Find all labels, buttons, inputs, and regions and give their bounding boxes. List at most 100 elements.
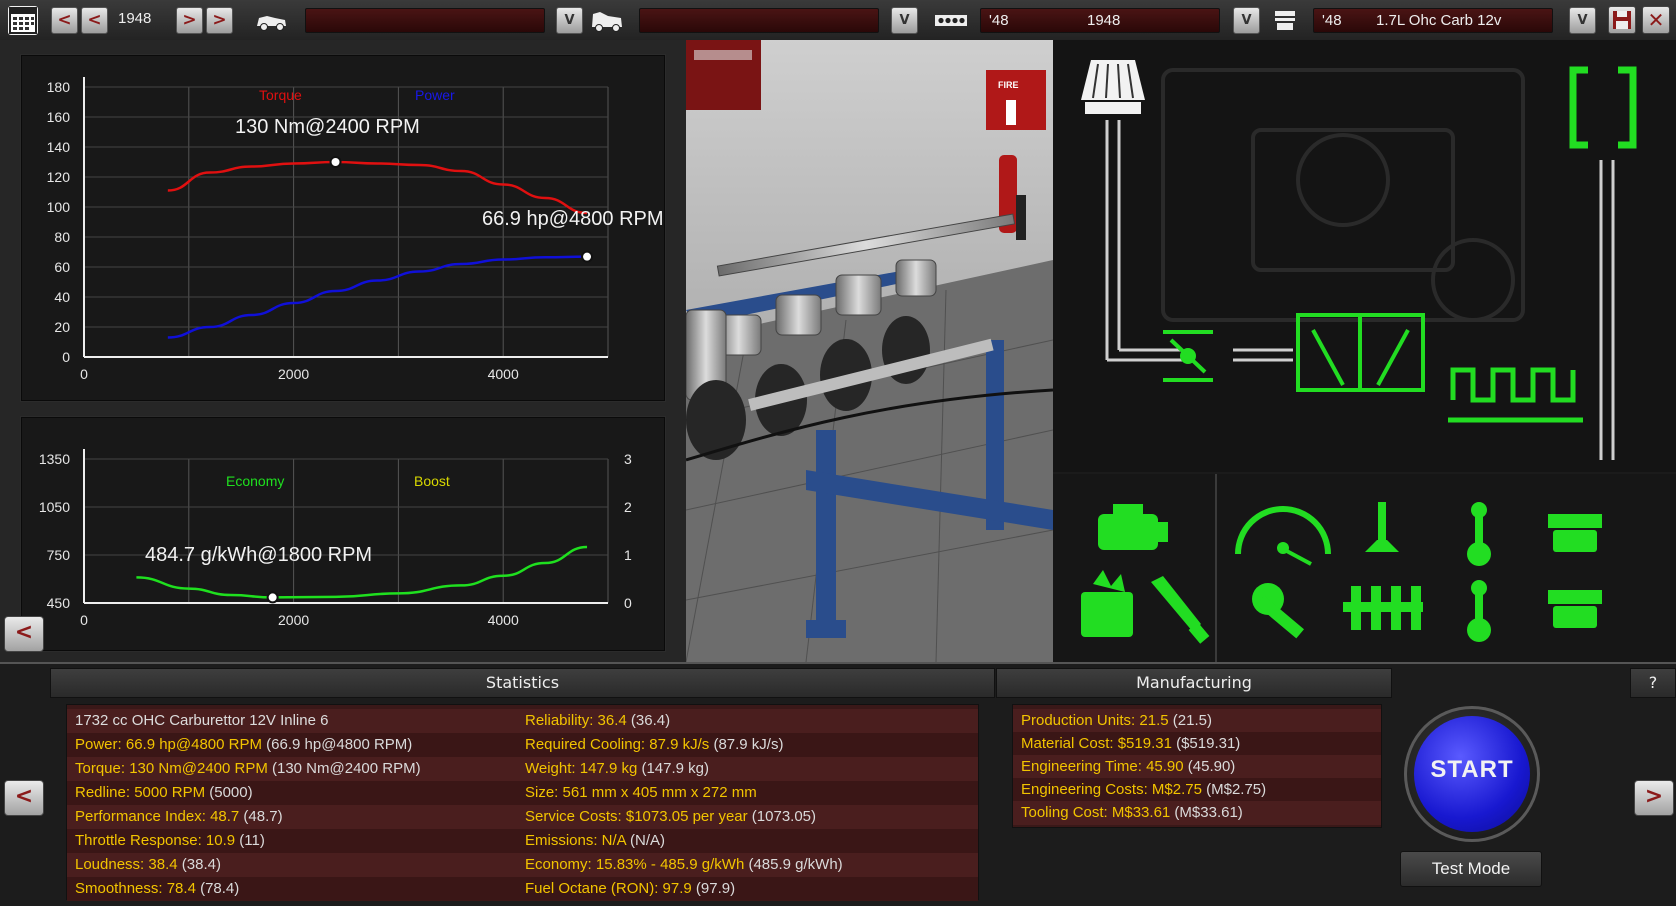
- year-value: 1948: [118, 10, 152, 27]
- stat-entry: Engineering Costs: M$2.75 (M$2.75): [1021, 778, 1266, 802]
- economy-graph-x-ticks: 0 2000 4000: [80, 612, 519, 628]
- stat-row: 1732 cc OHC Carburettor 12V Inline 6 Reli…: [67, 709, 978, 733]
- stat-row: Redline: 5000 RPM (5000) Size: 561 mm x 4…: [67, 781, 978, 805]
- variant-name: 1.7L Ohc Carb 12v: [1376, 12, 1502, 29]
- economy-graph-y-right-tick-label: 3: [624, 451, 632, 467]
- start-button[interactable]: START: [1404, 706, 1540, 842]
- stat-original-value: (97.9): [691, 880, 736, 897]
- stat-entry: Required Cooling: 87.9 kJ/s (87.9 kJ/s): [525, 733, 783, 757]
- power-graph-y-tick-label: 40: [54, 289, 70, 305]
- stat-value: Redline: 5000 RPM: [75, 784, 206, 801]
- exhaust-headers-icon: [1448, 367, 1583, 423]
- stat-original-value: (147.9 kg): [637, 760, 710, 777]
- save-icon[interactable]: [1608, 6, 1636, 34]
- stat-value: Smoothness: 78.4: [75, 880, 196, 897]
- year-prev-fast-button[interactable]: <: [51, 7, 78, 34]
- torque-peak-marker: [329, 156, 342, 168]
- stat-entry: Smoothness: 78.4 (78.4): [75, 877, 239, 901]
- stat-entry: Emissions: N/A (N/A): [525, 829, 665, 853]
- engine-layout-diagram: [1053, 40, 1676, 472]
- economy-graph-grid: [83, 449, 609, 604]
- stat-original-value: (78.4): [195, 880, 240, 897]
- close-icon[interactable]: ✕: [1642, 6, 1670, 34]
- piston-icon: [1548, 514, 1602, 552]
- stat-original-value: (N/A): [625, 832, 666, 849]
- van-icon[interactable]: [590, 6, 624, 34]
- car-model-field[interactable]: [305, 8, 545, 33]
- legend-economy: Economy: [226, 473, 284, 489]
- gauge-icon: [1235, 506, 1331, 566]
- engine-3d-view[interactable]: FIRE: [686, 40, 1053, 662]
- tuning-wrench-icon: [1252, 583, 1305, 639]
- prev-page-button[interactable]: <: [4, 780, 44, 816]
- stat-value: Emissions: N/A: [525, 832, 626, 849]
- stat-original-value: (48.7): [239, 808, 283, 825]
- year-prev-button[interactable]: <: [81, 7, 108, 34]
- economy-graph-y-right-tick-label: 2: [624, 499, 632, 515]
- stat-row: Material Cost: $519.31 ($519.31): [1013, 732, 1381, 756]
- economy-peak-marker: [266, 591, 279, 604]
- stat-original-value: ($519.31): [1171, 735, 1241, 752]
- stat-value: Service Costs: $1073.05 per year: [525, 808, 748, 825]
- fuel-system-icon: [1081, 570, 1133, 637]
- power-graph-y-ticks: 180 160 140 120 100 80 60 40 20 0: [47, 79, 71, 365]
- power-graph-y-tick-label: 120: [47, 169, 71, 185]
- legend-torque: Torque: [259, 87, 302, 103]
- stat-row: Torque: 130 Nm@2400 RPM (130 Nm@2400 RPM…: [67, 757, 978, 781]
- stat-original-value: (21.5): [1168, 712, 1212, 729]
- trim-field[interactable]: [639, 8, 879, 33]
- engine-variant-dropdown-button[interactable]: V: [1569, 7, 1596, 34]
- legend-power: Power: [415, 87, 455, 103]
- economy-graph-y-ticks: 1350 1050 750 450 3 2 1 0: [39, 451, 632, 611]
- economy-graph-y-tick-label: 750: [47, 547, 71, 563]
- stat-entry: Torque: 130 Nm@2400 RPM (130 Nm@2400 RPM…: [75, 757, 421, 781]
- svg-text:FIRE: FIRE: [998, 80, 1019, 90]
- stat-entry: Performance Index: 48.7 (48.7): [75, 805, 283, 829]
- stat-value: Engineering Time: 45.90: [1021, 758, 1184, 775]
- stat-row: Smoothness: 78.4 (78.4) Fuel Octane (RON)…: [67, 877, 978, 901]
- engine-block-icon[interactable]: [932, 6, 970, 34]
- piston-head-icon[interactable]: [1270, 6, 1300, 34]
- torque-curve: [167, 160, 588, 215]
- help-button[interactable]: ?: [1630, 668, 1676, 698]
- next-page-button[interactable]: >: [1634, 780, 1674, 816]
- back-button[interactable]: <: [4, 616, 44, 652]
- stat-entry: Size: 561 mm x 405 mm x 272 mm: [525, 781, 757, 805]
- calendar-icon[interactable]: [8, 6, 38, 35]
- stat-entry: Material Cost: $519.31 ($519.31): [1021, 732, 1240, 756]
- test-mode-button[interactable]: Test Mode: [1400, 851, 1542, 887]
- power-graph-y-tick-label: 0: [62, 349, 70, 365]
- piston-icon: [1548, 590, 1602, 628]
- stat-value: Loudness: 38.4: [75, 856, 178, 873]
- engine-family-field[interactable]: '48 1948: [980, 8, 1220, 33]
- stat-original-value: (36.4): [626, 712, 671, 729]
- stat-original-value: (1073.05): [747, 808, 817, 825]
- stat-value: Material Cost: $519.31: [1021, 735, 1172, 752]
- stat-entry: Fuel Octane (RON): 97.9 (97.9): [525, 877, 735, 901]
- stat-entry: Engineering Time: 45.90 (45.90): [1021, 755, 1235, 779]
- power-graph-y-tick-label: 160: [47, 109, 71, 125]
- power-peak-label: 66.9 hp@4800 RPM: [482, 208, 664, 230]
- stat-row: Power: 66.9 hp@4800 RPM (66.9 hp@4800 RP…: [67, 733, 978, 757]
- stat-value: Power: 66.9 hp@4800 RPM: [75, 736, 262, 753]
- family-year-short: '48: [989, 12, 1009, 29]
- throttle-body-icon: [1163, 330, 1213, 382]
- stat-value: Size: 561 mm x 405 mm x 272 mm: [525, 784, 757, 801]
- car-icon[interactable]: [255, 6, 289, 34]
- trim-dropdown-button[interactable]: V: [891, 7, 918, 34]
- stat-entry: Economy: 15.83% - 485.9 g/kWh (485.9 g/k…: [525, 853, 843, 877]
- economy-peak-label: 484.7 g/kWh@1800 RPM: [145, 544, 372, 566]
- year-next-button[interactable]: >: [176, 7, 203, 34]
- car-model-dropdown-button[interactable]: V: [556, 7, 583, 34]
- engine-variant-field[interactable]: '48 1.7L Ohc Carb 12v: [1313, 8, 1553, 33]
- power-graph-y-tick-label: 100: [47, 199, 71, 215]
- engine-family-dropdown-button[interactable]: V: [1233, 7, 1260, 34]
- power-graph-y-tick-label: 60: [54, 259, 70, 275]
- year-next-fast-button[interactable]: >: [206, 7, 233, 34]
- stat-row: Performance Index: 48.7 (48.7) Service Co…: [67, 805, 978, 829]
- stat-entry: Production Units: 21.5 (21.5): [1021, 709, 1212, 733]
- power-graph-y-tick-label: 140: [47, 139, 71, 155]
- economy-graph: 1350 1050 750 450 3 2 1 0 0 2000 4000 Economy Boo…: [20, 416, 666, 652]
- engine-parts-panel: [1053, 474, 1676, 662]
- stat-entry: Loudness: 38.4 (38.4): [75, 853, 221, 877]
